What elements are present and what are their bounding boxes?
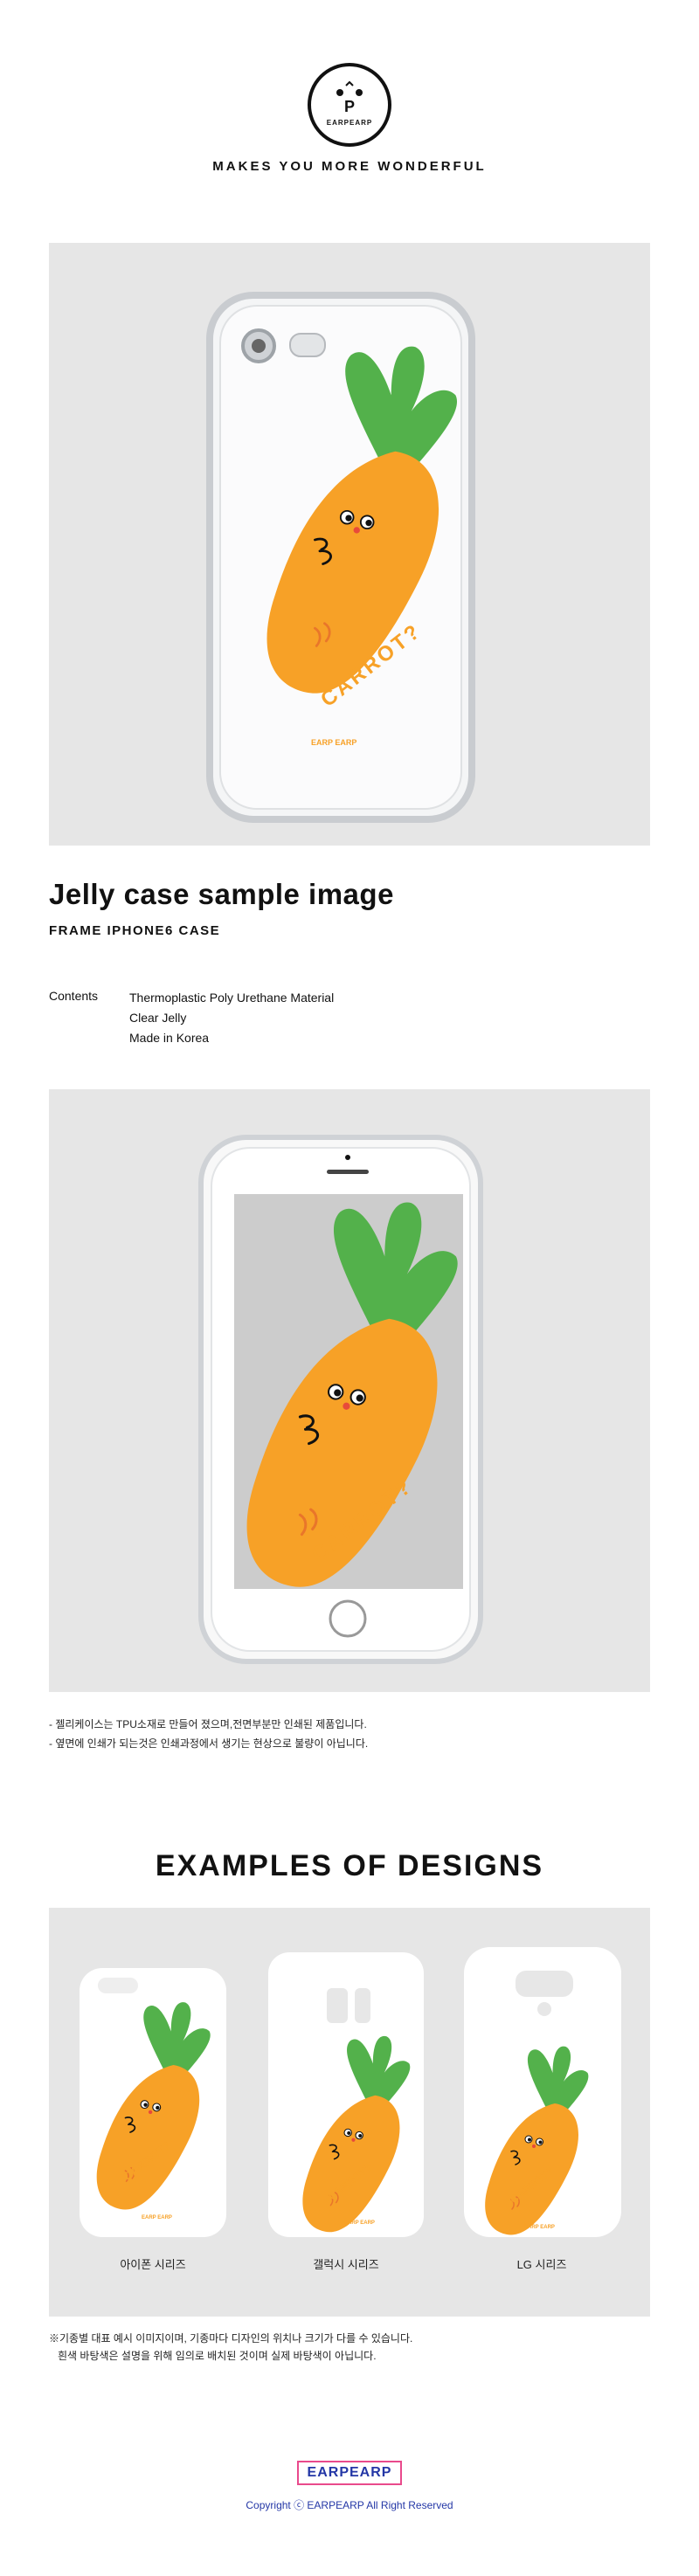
contents-item: Made in Korea: [129, 1031, 210, 1045]
brand-tagline: MAKES YOU MORE WONDERFUL: [212, 159, 487, 174]
product-subtitle: FRAME IPHONE6 CASE: [49, 923, 221, 938]
footer-logo: EARPEARP: [297, 2461, 402, 2485]
contents-item: Clear Jelly: [129, 1011, 187, 1025]
example-label-iphone: 아이폰 시리즈: [120, 2258, 186, 2271]
note-line: - 젤리케이스는 TPU소재로 만들어 졌으며,전면부분만 인쇄된 제품입니다.: [49, 1718, 367, 1730]
svg-text:EARP EARP: EARP EARP: [142, 2215, 172, 2220]
examples-panel: CARROT? EARP EARP CARROT? EARP EARP CARR…: [49, 1908, 650, 2317]
product-title: Jelly case sample image: [49, 878, 394, 910]
examples-title: EXAMPLES OF DESIGNS: [155, 1849, 544, 1882]
example-label-galaxy: 갤럭시 시리즈: [313, 2258, 379, 2271]
product-photo-back: EARP EARP CARROT?: [49, 243, 650, 846]
svg-text:EARP EARP: EARP EARP: [344, 2220, 375, 2226]
case-mark: EARP EARP: [311, 738, 356, 747]
note-line: - 옆면에 인쇄가 되는것은 인쇄과정에서 생기는 현상으로 불량이 아닙니다.: [49, 1737, 369, 1750]
logo-letter: P: [343, 98, 355, 115]
example-iphone-case: CARROT? EARP EARP: [80, 1968, 226, 2237]
examples-note: 흰색 바탕색은 설명을 위해 임의로 배치된 것이며 실제 바탕색이 아닙니다.: [49, 2350, 377, 2362]
svg-text:EARP EARP: EARP EARP: [524, 2225, 555, 2230]
example-galaxy-case: CARROT? EARP EARP: [268, 1952, 424, 2237]
examples-note: ※기종별 대표 예시 이미지이며, 기종마다 디자인의 위치나 크기가 다를 수…: [49, 2332, 413, 2345]
contents-label: Contents: [49, 989, 99, 1003]
contents-item: Thermoplastic Poly Urethane Material: [129, 991, 335, 1005]
footer-copyright: Copyright ⓒ EARPEARP All Right Reserved: [246, 2499, 453, 2511]
product-photo-front: CARROT?: [49, 1089, 650, 1692]
brand-logo: P EARPEARP: [308, 63, 391, 147]
logo-text: EARPEARP: [326, 119, 373, 127]
example-lg-case: CARROT? EARP EARP: [464, 1947, 621, 2237]
example-label-lg: LG 시리즈: [516, 2258, 567, 2271]
